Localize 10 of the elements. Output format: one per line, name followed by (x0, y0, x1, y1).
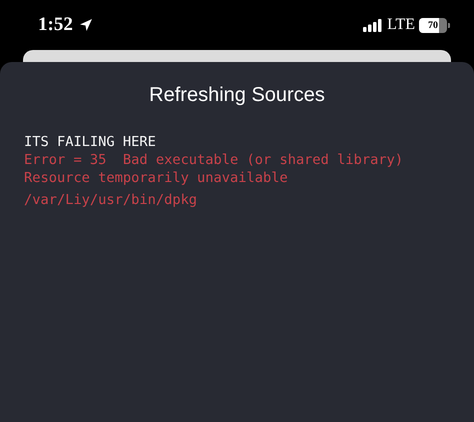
error-message: Resource temporarily unavailable (24, 169, 289, 187)
clock-time: 1:52 (38, 14, 73, 36)
error-message: Error = 35 Bad executable (or shared library) (24, 151, 404, 169)
signal-icon (363, 18, 384, 32)
error-message: /var/Liy/usr/bin/dpkg (24, 191, 198, 209)
sheet-title: Refreshing Sources (148, 84, 326, 107)
log-message: ITS FAILING HERE (24, 133, 157, 151)
network-type: LTE (387, 16, 415, 34)
location-arrow-icon (78, 18, 93, 32)
battery-percent: 70 (428, 20, 438, 30)
